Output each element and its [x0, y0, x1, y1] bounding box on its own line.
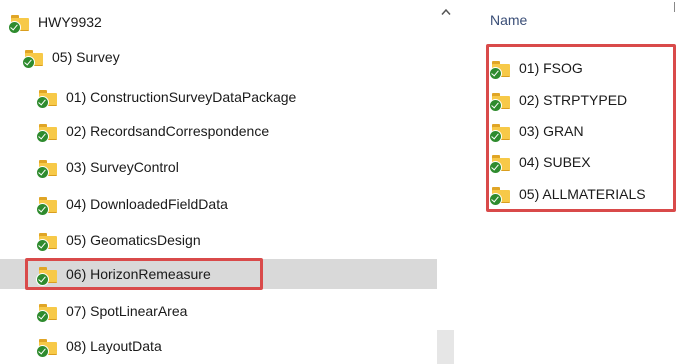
column-header-name[interactable]: Name [490, 12, 527, 28]
folder-sync-icon [489, 154, 511, 174]
tree-item-label: 04) DownloadedFieldData [66, 196, 228, 212]
tree-item-construction-survey-data-package[interactable]: 01) ConstructionSurveyDataPackage [0, 82, 437, 112]
column-separator[interactable] [674, 2, 675, 12]
folder-sync-icon [36, 232, 58, 252]
file-item-subex[interactable]: 04) SUBEX [489, 148, 591, 176]
folder-sync-icon [36, 123, 58, 143]
folder-sync-icon [8, 14, 30, 34]
tree-scrollbar[interactable] [437, 0, 454, 364]
tree-item-label: HWY9932 [38, 14, 102, 30]
tree-item-label: 03) SurveyControl [66, 159, 179, 175]
file-item-allmaterials[interactable]: 05) ALLMATERIALS [489, 180, 646, 208]
file-list-highlight-box: 01) FSOG 02) STRPTYPED 03) GRAN 04) SUBE… [486, 44, 676, 212]
file-list-pane: Name 01) FSOG 02) STRPTYPED 03) GRAN 04)… [468, 0, 676, 364]
file-item-gran[interactable]: 03) GRAN [489, 117, 584, 145]
scroll-track[interactable] [437, 330, 454, 364]
scroll-up-button[interactable] [437, 8, 454, 22]
folder-sync-icon [36, 159, 58, 179]
tree-item-horizon-remeasure[interactable]: 06) HorizonRemeasure [0, 259, 437, 289]
tree-item-label: 01) ConstructionSurveyDataPackage [66, 89, 297, 105]
tree-item-layout-data[interactable]: 08) LayoutData [0, 331, 437, 361]
folder-sync-icon [22, 49, 44, 69]
file-item-label: 02) STRPTYPED [519, 92, 628, 108]
folder-sync-icon [36, 89, 58, 109]
tree-item-label: 05) GeomaticsDesign [66, 232, 201, 248]
folder-sync-icon [36, 303, 58, 323]
tree-item-label: 07) SpotLinearArea [66, 303, 188, 319]
folder-sync-icon [36, 196, 58, 216]
tree-item-geomatics-design[interactable]: 05) GeomaticsDesign [0, 225, 437, 255]
tree-item-survey[interactable]: 05) Survey [0, 42, 437, 72]
chevron-up-icon [440, 8, 451, 15]
folder-sync-icon [489, 60, 511, 80]
file-item-label: 05) ALLMATERIALS [519, 186, 646, 202]
folder-sync-icon [489, 186, 511, 206]
tree-item-hwy9932[interactable]: HWY9932 [0, 7, 437, 37]
file-item-strptyped[interactable]: 02) STRPTYPED [489, 86, 628, 114]
file-item-label: 01) FSOG [519, 60, 583, 76]
file-item-label: 04) SUBEX [519, 154, 591, 170]
tree-item-spot-linear-area[interactable]: 07) SpotLinearArea [0, 296, 437, 326]
tree-item-label: 06) HorizonRemeasure [66, 266, 211, 282]
navigation-tree: HWY9932 05) Survey 01) ConstructionSurve… [0, 0, 437, 364]
tree-item-survey-control[interactable]: 03) SurveyControl [0, 152, 437, 182]
folder-sync-icon [36, 338, 58, 358]
folder-sync-icon [489, 92, 511, 112]
file-item-label: 03) GRAN [519, 123, 584, 139]
folder-sync-icon [489, 123, 511, 143]
tree-item-label: 05) Survey [52, 49, 120, 65]
tree-item-label: 08) LayoutData [66, 338, 162, 354]
tree-item-downloaded-field-data[interactable]: 04) DownloadedFieldData [0, 189, 437, 219]
tree-item-label: 02) RecordsandCorrespondence [66, 123, 270, 139]
folder-sync-icon [36, 266, 58, 286]
file-item-fsog[interactable]: 01) FSOG [489, 54, 583, 82]
tree-item-records-and-correspondence[interactable]: 02) RecordsandCorrespondence [0, 116, 437, 146]
